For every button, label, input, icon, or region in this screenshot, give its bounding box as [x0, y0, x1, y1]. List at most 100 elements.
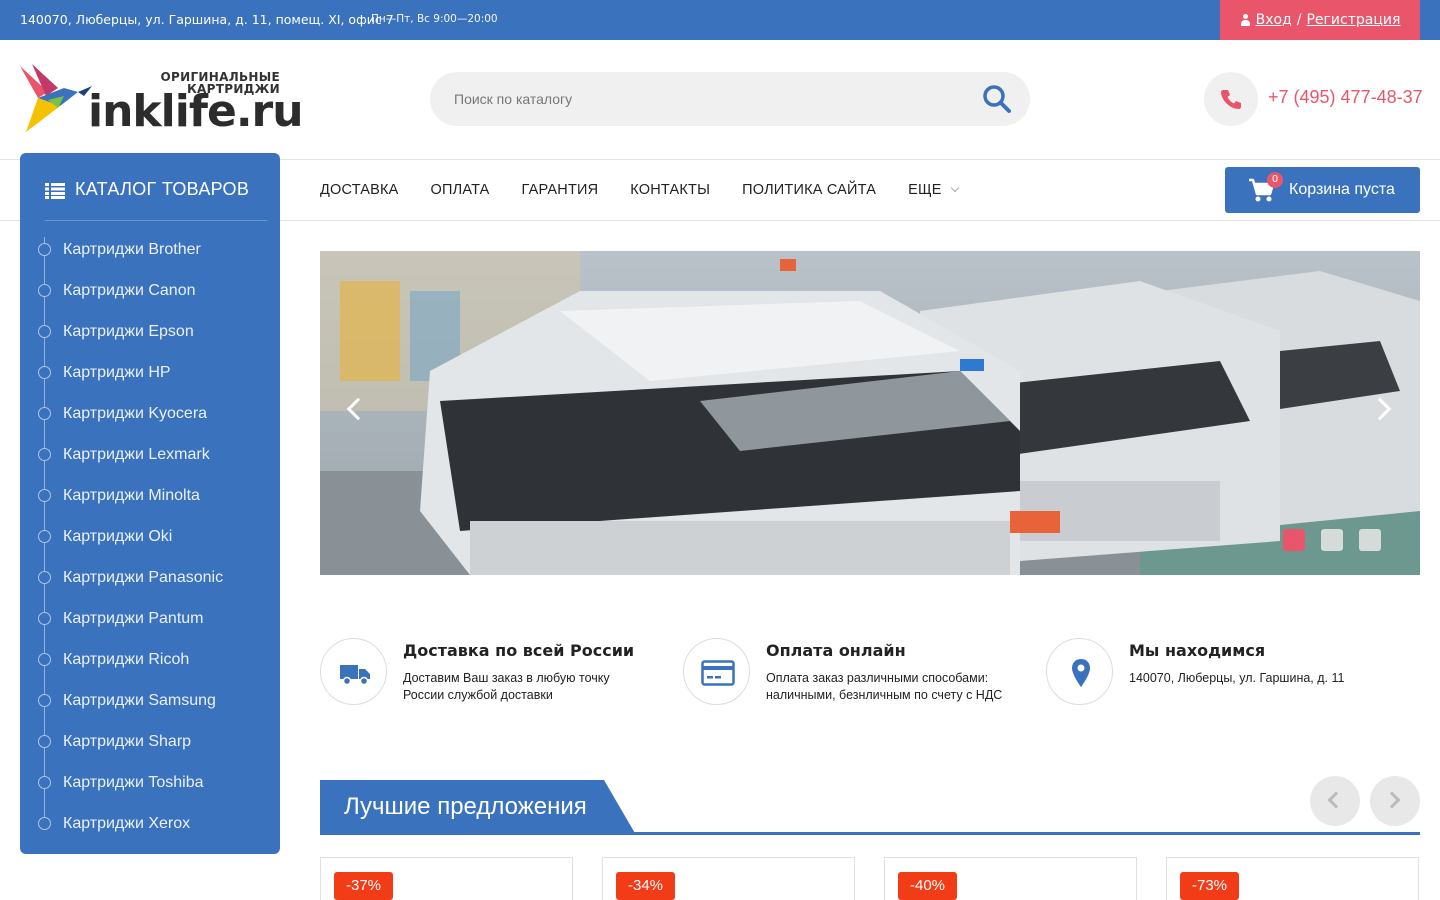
- phone-icon: [1221, 90, 1241, 109]
- catalog-item-epson[interactable]: Картриджи Epson: [20, 311, 280, 352]
- catalog-item-label: Картриджи Brother: [63, 241, 201, 258]
- top-bar: 140070, Люберцы, ул. Гаршина, д. 11, пом…: [0, 0, 1440, 40]
- offers-title: Лучшие предложения: [344, 793, 587, 820]
- auth-separator: /: [1296, 12, 1302, 28]
- search-box: [430, 72, 1030, 126]
- catalog-sidebar: КАТАЛОГ ТОВАРОВ Картриджи Brother Картри…: [20, 153, 280, 854]
- feature-location: Мы находимся 140070, Люберцы, ул. Гаршин…: [1046, 638, 1386, 728]
- slider-dot-3[interactable]: [1359, 529, 1381, 551]
- offers-prev-button[interactable]: [1310, 776, 1360, 826]
- product-thumbnail: [957, 880, 1107, 900]
- printers-banner-image: [320, 251, 1420, 575]
- product-card[interactable]: -73%: [1166, 857, 1419, 900]
- cart-button[interactable]: 0 Корзина пуста: [1225, 167, 1420, 213]
- catalog-item-brother[interactable]: Картриджи Brother: [20, 229, 280, 270]
- site-logo[interactable]: ОРИГИНАЛЬНЫЕ КАРТРИДЖИ inklife.ru: [18, 62, 304, 138]
- catalog-item-label: Картриджи Panasonic: [63, 569, 224, 586]
- catalog-item-hp[interactable]: Картриджи HP: [20, 352, 280, 393]
- feature-payment: Оплата онлайн Оплата заказ различными сп…: [683, 638, 1023, 728]
- offers-next-button[interactable]: [1370, 776, 1420, 826]
- catalog-item-label: Картриджи Minolta: [63, 487, 200, 504]
- catalog-item-label: Картриджи Kyocera: [63, 405, 208, 422]
- slider-dot-1[interactable]: [1283, 529, 1305, 551]
- nav-policy[interactable]: ПОЛИТИКА САЙТА: [742, 182, 876, 198]
- login-link[interactable]: Вход: [1256, 12, 1292, 28]
- cart-count-badge: 0: [1267, 172, 1283, 188]
- catalog-item-canon[interactable]: Картриджи Canon: [20, 270, 280, 311]
- bullet-icon: [38, 243, 51, 256]
- phone-number[interactable]: +7 (495) 477-48-37: [1268, 87, 1423, 108]
- feature-text: Доставим Ваш заказ в любую точку России …: [403, 671, 610, 702]
- chevron-down-icon: [950, 183, 959, 193]
- auth-box: Вход / Регистрация: [1220, 0, 1420, 40]
- catalog-item-pantum[interactable]: Картриджи Pantum: [20, 598, 280, 639]
- catalog-item-oki[interactable]: Картриджи Oki: [20, 516, 280, 557]
- logo-wordmark: inklife.ru: [88, 86, 304, 137]
- nav-divider: [280, 220, 1440, 221]
- slider-dots: [1283, 529, 1397, 551]
- nav-more[interactable]: ЕЩЕ: [908, 182, 959, 198]
- bullet-icon: [38, 694, 51, 707]
- catalog-item-lexmark[interactable]: Картриджи Lexmark: [20, 434, 280, 475]
- list-icon: [45, 183, 65, 199]
- bullet-icon: [38, 653, 51, 666]
- catalog-item-toshiba[interactable]: Картриджи Toshiba: [20, 762, 280, 803]
- bullet-icon: [38, 817, 51, 830]
- catalog-item-panasonic[interactable]: Картриджи Panasonic: [20, 557, 280, 598]
- discount-badge: -37%: [334, 872, 394, 900]
- chevron-right-icon: [1383, 791, 1401, 809]
- search-icon: [983, 85, 1011, 113]
- catalog-item-label: Картриджи Oki: [63, 528, 173, 545]
- catalog-list: Картриджи Brother Картриджи Canon Картри…: [20, 229, 280, 844]
- catalog-item-kyocera[interactable]: Картриджи Kyocera: [20, 393, 280, 434]
- nav-payment[interactable]: ОПЛАТА: [431, 182, 490, 198]
- bullet-icon: [38, 735, 51, 748]
- bullet-icon: [38, 325, 51, 338]
- catalog-item-minolta[interactable]: Картриджи Minolta: [20, 475, 280, 516]
- product-card[interactable]: -34%: [602, 857, 855, 900]
- feature-text: 140070, Люберцы, ул. Гаршина, д. 11: [1129, 671, 1345, 685]
- hummingbird-icon: [20, 64, 92, 132]
- nav-delivery[interactable]: ДОСТАВКА: [320, 182, 399, 198]
- bullet-icon: [38, 612, 51, 625]
- bullet-icon: [38, 489, 51, 502]
- feature-icon-circle: [1046, 638, 1113, 705]
- discount-badge: -40%: [898, 872, 958, 900]
- bullet-icon: [38, 776, 51, 789]
- catalog-item-label: Картриджи HP: [63, 364, 171, 381]
- slider-dot-2[interactable]: [1321, 529, 1343, 551]
- catalog-item-label: Картриджи Epson: [63, 323, 194, 340]
- feature-title: Оплата онлайн: [766, 641, 906, 660]
- catalog-header[interactable]: КАТАЛОГ ТОВАРОВ: [45, 175, 267, 221]
- catalog-item-samsung[interactable]: Картриджи Samsung: [20, 680, 280, 721]
- catalog-item-label: Картриджи Samsung: [63, 692, 216, 709]
- store-address: 140070, Люберцы, ул. Гаршина, д. 11, пом…: [20, 12, 394, 27]
- header-divider-left: [0, 159, 20, 160]
- truck-icon: [340, 665, 370, 686]
- working-hours: Пн—Пт, Вс 9:00—20:00: [371, 13, 498, 25]
- catalog-item-label: Картриджи Lexmark: [63, 446, 210, 463]
- catalog-item-ricoh[interactable]: Картриджи Ricoh: [20, 639, 280, 680]
- register-link[interactable]: Регистрация: [1306, 12, 1400, 28]
- header-divider: [280, 159, 1440, 160]
- hero-slider[interactable]: [320, 251, 1420, 575]
- bullet-icon: [38, 448, 51, 461]
- phone-button[interactable]: [1204, 72, 1258, 126]
- user-icon: [1240, 14, 1251, 26]
- nav-warranty[interactable]: ГАРАНТИЯ: [522, 182, 599, 198]
- catalog-item-label: Картриджи Xerox: [63, 815, 191, 832]
- catalog-item-xerox[interactable]: Картриджи Xerox: [20, 803, 280, 844]
- bullet-icon: [38, 366, 51, 379]
- search-input[interactable]: [454, 88, 954, 110]
- nav-contacts[interactable]: КОНТАКТЫ: [630, 182, 710, 198]
- feature-title: Доставка по всей России: [403, 641, 635, 660]
- product-card[interactable]: -40%: [884, 857, 1137, 900]
- discount-badge: -73%: [1180, 872, 1240, 900]
- feature-title: Мы находимся: [1129, 641, 1266, 660]
- catalog-item-sharp[interactable]: Картриджи Sharp: [20, 721, 280, 762]
- search-button[interactable]: [982, 84, 1012, 114]
- product-card[interactable]: -37%: [320, 857, 573, 900]
- feature-icon-circle: [320, 638, 387, 705]
- bullet-icon: [38, 284, 51, 297]
- catalog-item-label: Картриджи Canon: [63, 282, 196, 299]
